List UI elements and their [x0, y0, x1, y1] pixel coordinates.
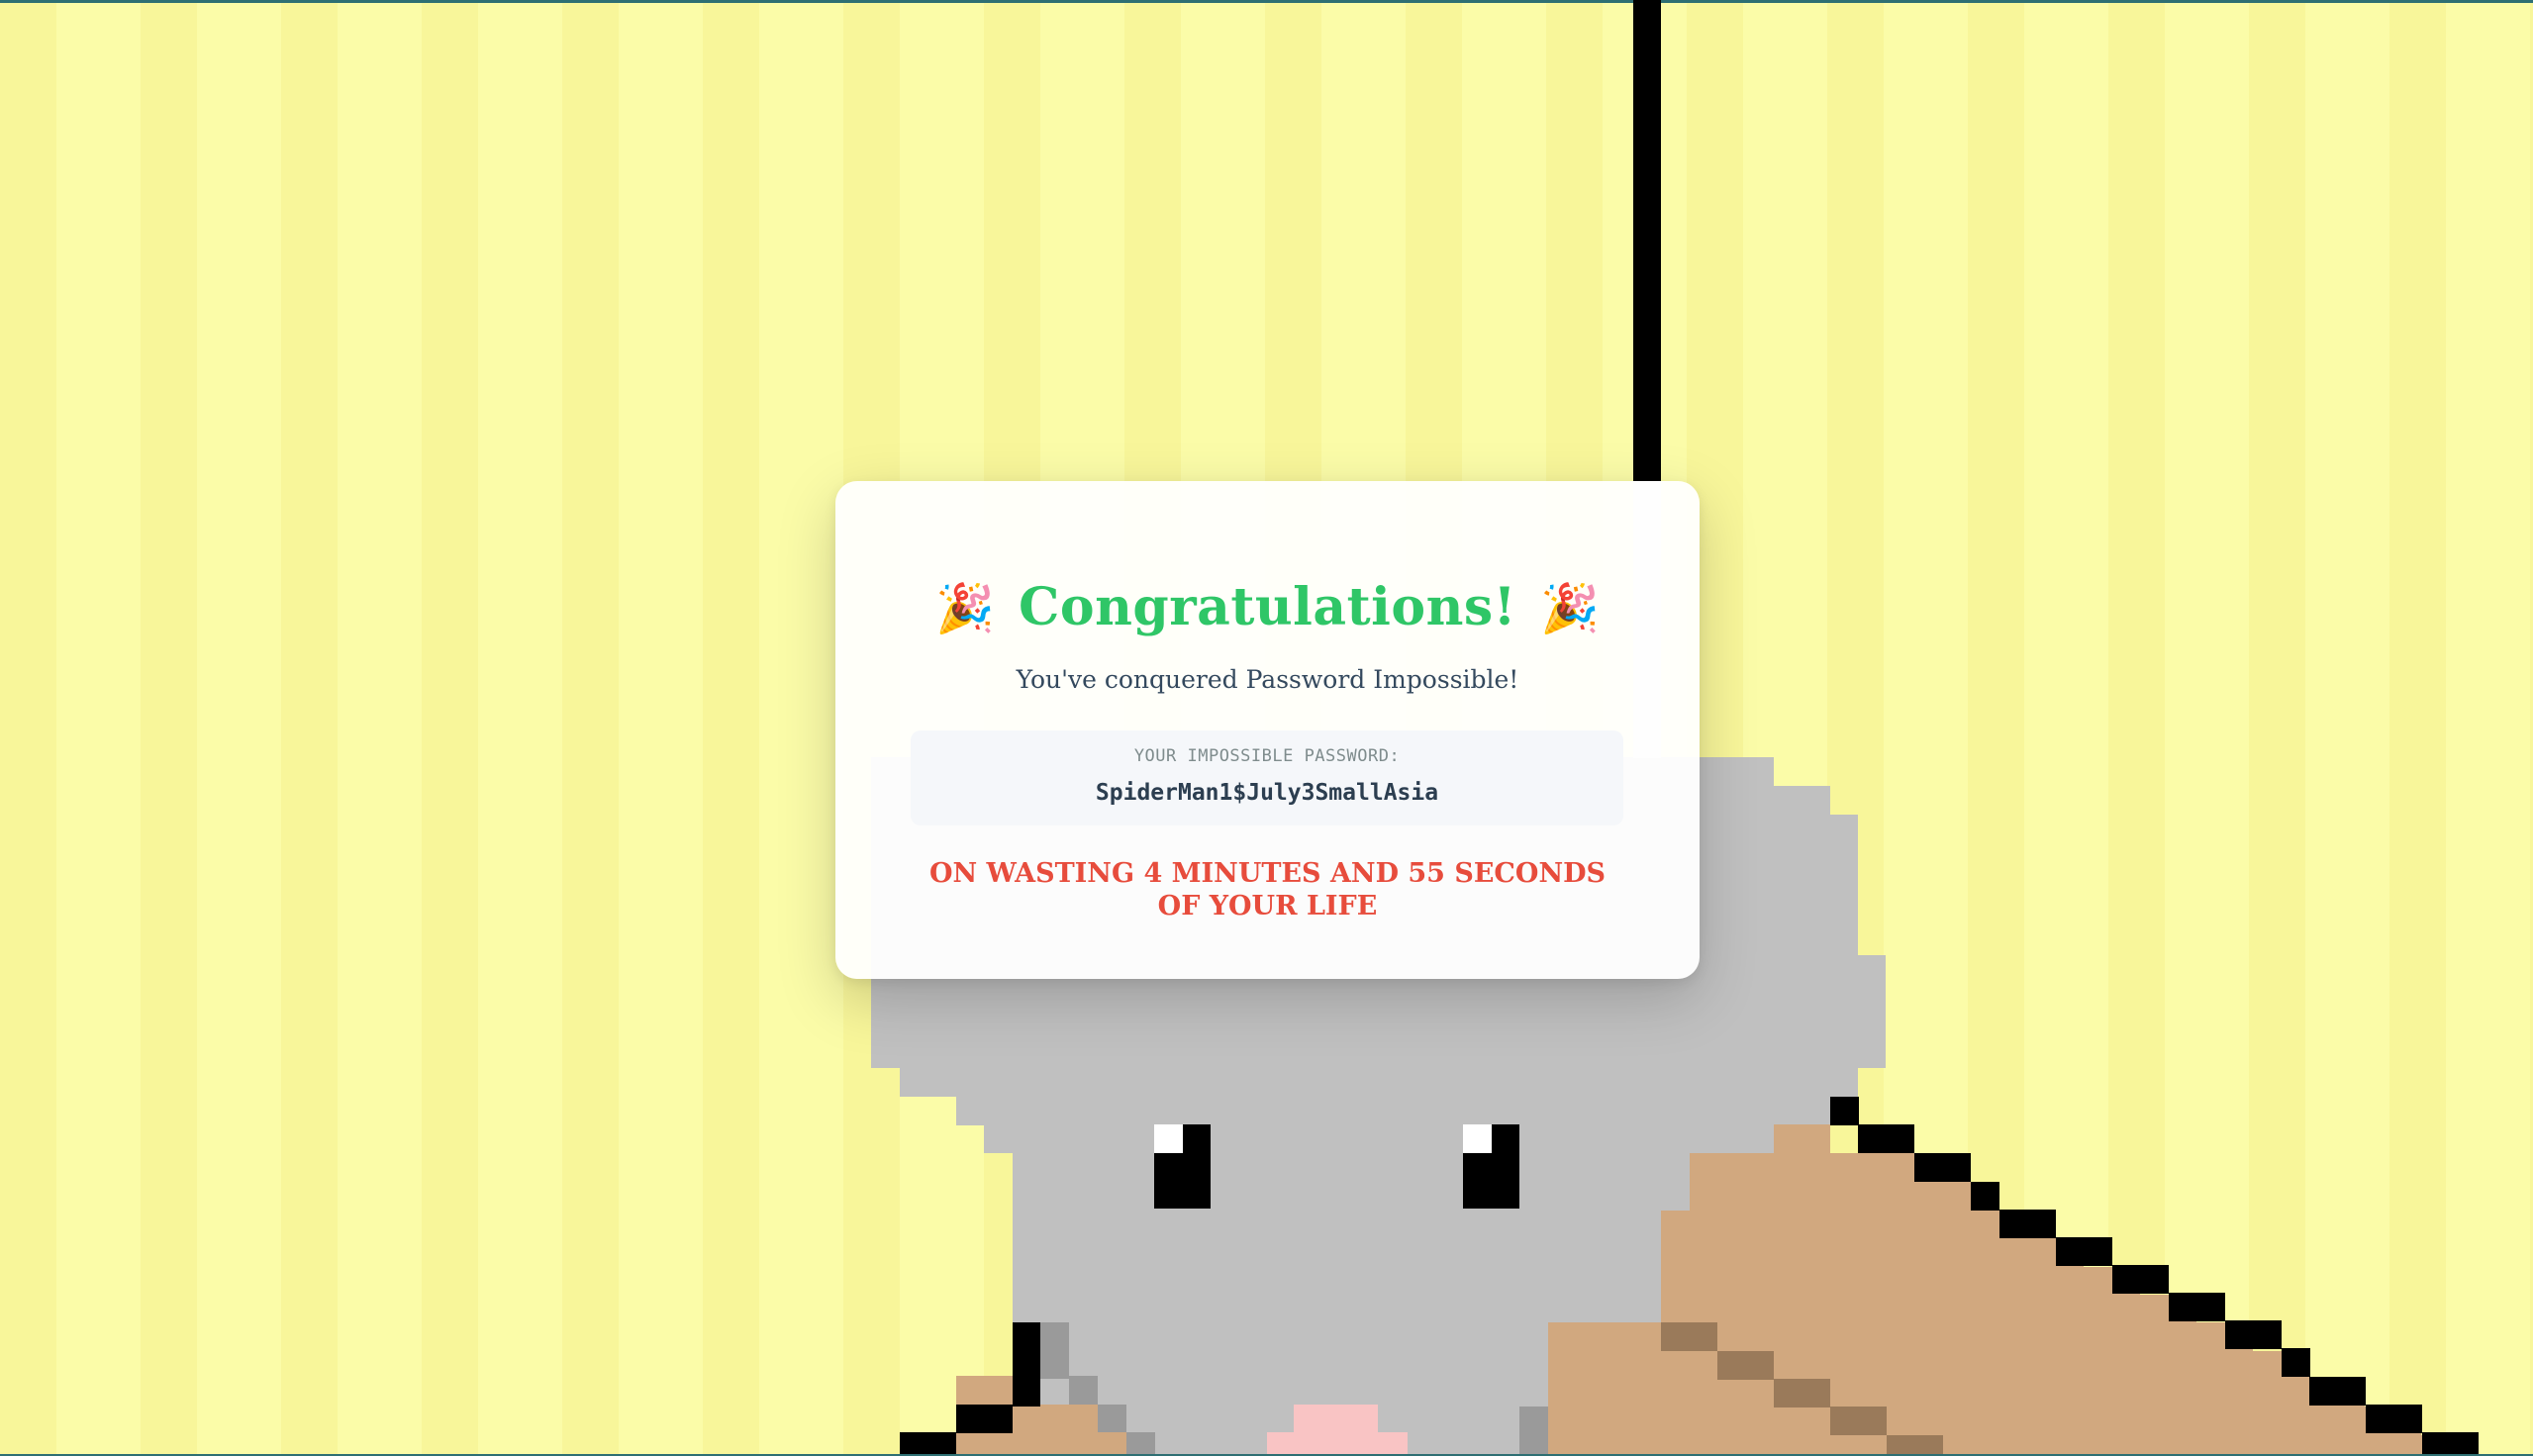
party-popper-icon: 🎉	[1539, 581, 1600, 636]
password-value: SpiderMan1$July3SmallAsia	[1095, 780, 1439, 806]
hanging-string	[1633, 0, 1661, 481]
password-label: YOUR IMPOSSIBLE PASSWORD:	[1133, 746, 1401, 766]
modal-title: Congratulations!	[1019, 576, 1516, 637]
party-popper-icon: 🎉	[935, 581, 996, 636]
congratulations-modal: 🎉 Congratulations! 🎉 You've conquered Pa…	[835, 481, 1700, 979]
modal-subtitle: You've conquered Password Impossible!	[1016, 665, 1519, 694]
modal-title-row: 🎉 Congratulations! 🎉	[835, 572, 1700, 641]
time-wasted-message: ON WASTING 4 MINUTES AND 55 SECONDS OF Y…	[928, 858, 1607, 922]
password-display-box: YOUR IMPOSSIBLE PASSWORD: SpiderMan1$Jul…	[911, 730, 1623, 825]
